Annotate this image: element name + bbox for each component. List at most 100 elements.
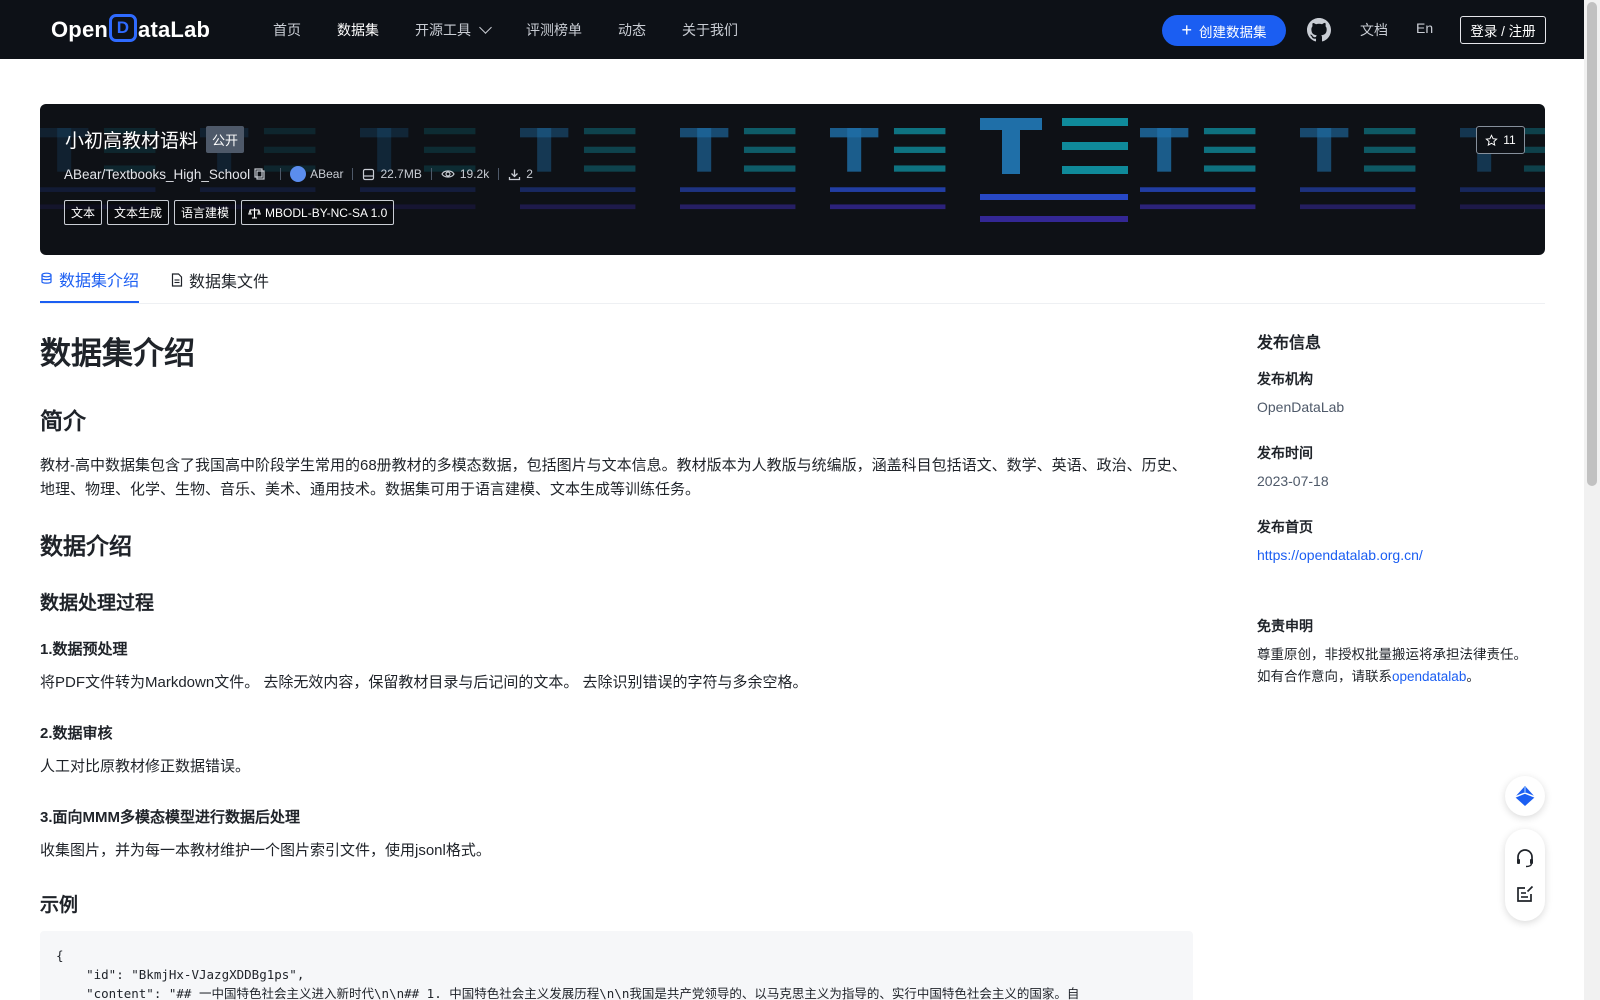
owner-info[interactable]: ABear bbox=[290, 166, 343, 182]
github-icon[interactable] bbox=[1307, 18, 1331, 42]
banner-pattern-shape bbox=[980, 216, 1128, 222]
tab-dataset-intro[interactable]: 数据集介绍 bbox=[40, 258, 140, 303]
star-count: 11 bbox=[1503, 133, 1516, 147]
banner-pattern-shape bbox=[360, 187, 476, 192]
banner-pattern-shape bbox=[1363, 165, 1416, 172]
disclaimer-line-2: 如有合作意向，请联系opendatalab。 bbox=[1257, 666, 1557, 688]
download-icon bbox=[509, 169, 521, 180]
banner-pattern-shape bbox=[1203, 165, 1256, 172]
brand-text-right: ataLab bbox=[138, 17, 211, 42]
nav-leaderboard[interactable]: 评测榜单 bbox=[526, 20, 582, 40]
tag-text-generation[interactable]: 文本生成 bbox=[107, 200, 170, 225]
banner-pattern-shape bbox=[893, 146, 946, 153]
banner-pattern-shape bbox=[893, 165, 946, 172]
copy-icon[interactable] bbox=[254, 168, 266, 180]
headset-icon[interactable] bbox=[1514, 847, 1536, 869]
step3-heading: 3.面向MMM多模态模型进行数据后处理 bbox=[40, 809, 300, 826]
views-info: 19.2k bbox=[441, 167, 489, 181]
star-icon bbox=[1485, 133, 1499, 146]
banner-pattern-shape bbox=[1300, 204, 1416, 210]
step2-heading: 2.数据审核 bbox=[40, 725, 113, 742]
nav-about[interactable]: 关于我们 bbox=[682, 20, 738, 40]
visibility-badge: 公开 bbox=[206, 126, 245, 153]
example-heading: 示例 bbox=[40, 895, 79, 916]
banner-pattern-shape bbox=[40, 187, 156, 192]
banner-pattern-shape bbox=[583, 128, 636, 135]
disclaimer-text: 尊重原创，非授权批量搬运将承担法律责任。 如有合作意向，请联系opendatal… bbox=[1257, 644, 1557, 688]
banner-pattern-shape bbox=[1523, 146, 1545, 153]
banner-pattern-shape bbox=[1140, 204, 1256, 210]
brand-text-left: Open bbox=[51, 17, 109, 42]
banner-pattern-shape bbox=[423, 128, 476, 135]
page-scrollbar-thumb[interactable] bbox=[1587, 2, 1597, 486]
size-info: 22.7MB bbox=[362, 167, 422, 181]
file-icon bbox=[171, 272, 183, 287]
banner-pattern-shape bbox=[1140, 187, 1256, 192]
publisher-value: OpenDataLab bbox=[1257, 399, 1345, 415]
dataset-hero-banner: 小初高教材语料 公开 ABear/Textbooks_High_School A… bbox=[40, 104, 1545, 255]
banner-pattern-shape bbox=[1317, 128, 1332, 172]
eye-icon bbox=[441, 170, 455, 178]
step3-paragraph: 收集图片，并为每一本教材维护一个图片索引文件，使用jsonl格式。 bbox=[40, 842, 491, 859]
downloads-info: 2 bbox=[508, 167, 533, 181]
license-name: MBODL-BY-NC-SA 1.0 bbox=[265, 205, 388, 220]
tab-dataset-files[interactable]: 数据集文件 bbox=[171, 258, 269, 303]
banner-pattern-shape bbox=[537, 128, 552, 172]
feedback-icon[interactable] bbox=[1515, 884, 1535, 904]
banner-pattern-shape bbox=[1157, 128, 1172, 172]
banner-pattern-shape bbox=[1203, 146, 1256, 153]
banner-pattern-shape bbox=[893, 128, 946, 135]
tag-language-modeling[interactable]: 语言建模 bbox=[174, 200, 237, 225]
dataset-title-row: 小初高教材语料 公开 bbox=[65, 126, 245, 153]
license-tag[interactable]: MBODL-BY-NC-SA 1.0 bbox=[241, 200, 395, 225]
owner-name: ABear bbox=[310, 167, 344, 181]
nav-news[interactable]: 动态 bbox=[618, 20, 646, 40]
code-example[interactable]: { "id": "BkmjHx-VJazgXDDBg1ps", "content… bbox=[40, 931, 1193, 1000]
intro-paragraph: 教材-高中数据集包含了我国高中阶段学生常用的68册教材的多模态数据，包括图片与文… bbox=[40, 457, 1187, 498]
dataset-meta-row: ABear/Textbooks_High_School ABear 22.7MB… bbox=[64, 166, 533, 182]
banner-pattern-shape bbox=[830, 187, 946, 192]
data-intro-heading: 数据介绍 bbox=[40, 533, 132, 559]
language-switch[interactable]: En bbox=[1416, 20, 1433, 36]
tab-dataset-files-label: 数据集文件 bbox=[189, 273, 270, 291]
homepage-link[interactable]: https://opendatalab.org.cn/ bbox=[1257, 547, 1423, 563]
process-heading: 数据处理过程 bbox=[40, 593, 155, 614]
step2-paragraph: 人工对比原教材修正数据错误。 bbox=[40, 758, 251, 775]
banner-pattern-shape bbox=[200, 187, 316, 192]
nav-datasets[interactable]: 数据集 bbox=[337, 20, 379, 40]
banner-pattern-shape bbox=[680, 187, 796, 192]
disclaimer-line-2-prefix: 如有合作意向，请联系 bbox=[1257, 669, 1392, 684]
view-count: 19.2k bbox=[459, 167, 490, 181]
scale-icon bbox=[248, 207, 261, 219]
database-icon bbox=[41, 272, 52, 284]
banner-pattern-shape bbox=[520, 204, 636, 210]
download-count: 2 bbox=[526, 167, 533, 181]
disclaimer-contact-link[interactable]: opendatalab bbox=[1392, 669, 1466, 684]
main-nav: 首页 数据集 开源工具 评测榜单 动态 关于我们 bbox=[273, 0, 774, 59]
star-button[interactable]: 11 bbox=[1476, 126, 1525, 154]
banner-pattern-shape bbox=[743, 146, 796, 153]
disclaimer-line-2-suffix: 。 bbox=[1466, 669, 1480, 684]
meta-divider bbox=[352, 168, 354, 180]
login-register-button[interactable]: 登录 / 注册 bbox=[1460, 16, 1546, 44]
banner-pattern-shape bbox=[1460, 187, 1545, 192]
nav-home[interactable]: 首页 bbox=[273, 20, 301, 40]
banner-pattern-shape bbox=[1523, 165, 1545, 172]
chevron-down-icon bbox=[479, 20, 492, 34]
plus-icon: + bbox=[1181, 19, 1192, 40]
banner-pattern-shape bbox=[1002, 118, 1020, 174]
nav-opensource-tools[interactable]: 开源工具 bbox=[415, 20, 492, 40]
docs-link[interactable]: 文档 bbox=[1360, 20, 1388, 40]
brand-logo[interactable]: Open D ataLab bbox=[51, 14, 210, 46]
banner-pattern-shape bbox=[1363, 128, 1416, 135]
dataset-tags: 文本 文本生成 语言建模 MBODL-BY-NC-SA 1.0 bbox=[64, 200, 399, 225]
float-toolbar bbox=[1505, 829, 1545, 921]
meta-divider bbox=[430, 168, 432, 180]
create-dataset-button[interactable]: + 创建数据集 bbox=[1162, 15, 1286, 46]
assistant-float-button[interactable] bbox=[1505, 776, 1545, 816]
publish-time-label: 发布时间 bbox=[1257, 445, 1313, 461]
banner-pattern-shape bbox=[697, 128, 712, 172]
nav-opensource-tools-label: 开源工具 bbox=[415, 21, 471, 38]
banner-pattern-shape bbox=[980, 194, 1128, 200]
tag-text[interactable]: 文本 bbox=[64, 200, 103, 225]
